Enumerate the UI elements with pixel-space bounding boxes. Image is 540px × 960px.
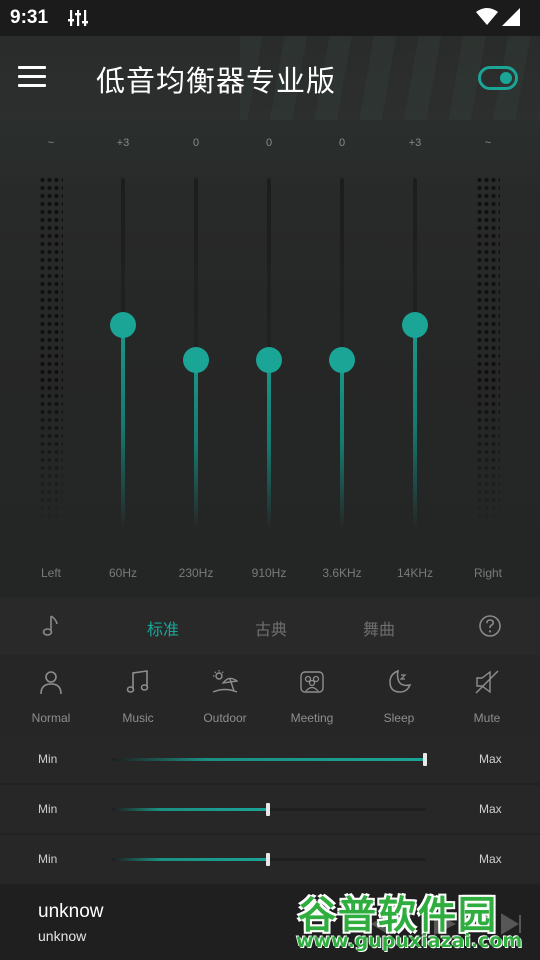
preset-bar: 标准 古典 舞曲 [0,597,540,655]
mode-normal[interactable]: Normal [6,655,96,735]
slider-min-label: Min [38,852,58,866]
band-knob-910hz[interactable] [256,347,282,373]
band-fill-910hz [267,360,271,528]
band-label-60hz: 60Hz [108,566,137,580]
band-value-230hz: 0 [192,137,200,149]
band-fill-14khz [413,325,417,528]
help-icon[interactable] [478,614,502,638]
left-speaker-grill [39,176,63,521]
band-knob-230hz[interactable] [183,347,209,373]
band-value-14khz: +3 [408,137,422,149]
menu-button[interactable] [18,66,46,90]
mode-label-normal: Normal [31,711,71,725]
slider-row-1: Min Max [0,735,540,783]
slider-thumb-1[interactable] [423,753,427,766]
watermark-logo: 谷普软件园 www.gupuxiazai.com [292,872,537,960]
slider-thumb-2[interactable] [266,803,270,816]
person-icon [40,671,62,695]
mode-row: Normal Music Outdoor Meeting Sleep Mute [0,655,540,735]
mode-mute[interactable]: Mute [442,655,532,735]
mode-outdoor[interactable]: Outdoor [180,655,270,735]
signal-icon [502,8,520,26]
slider-track-3[interactable] [112,853,426,866]
slider-track-2[interactable] [112,803,426,816]
preset-tab-standard[interactable]: 标准 [147,616,179,640]
band-label-3-6khz: 3.6KHz [322,566,362,580]
equalizer-status-icon [68,10,88,26]
band-knob-60hz[interactable] [110,312,136,338]
band-fill-60hz [121,325,125,528]
mode-meeting[interactable]: Meeting [267,655,357,735]
slider-max-label: Max [479,802,502,816]
moon-icon [389,669,412,693]
mode-label-meeting: Meeting [290,711,334,725]
mode-music[interactable]: Music [93,655,183,735]
left-channel-label: Left [40,566,61,580]
music-icon [126,670,149,693]
mode-label-outdoor: Outdoor [203,711,247,725]
slider-min-label: Min [38,752,58,766]
mode-label-music: Music [122,711,154,725]
band-value-60hz: +3 [116,137,130,149]
app-header: 低音均衡器专业版 [0,36,540,120]
band-value-3-6khz: 0 [338,137,346,149]
mute-icon [475,670,499,694]
band-value-910hz: 0 [265,137,273,149]
power-toggle[interactable] [478,66,518,90]
watermark-url: www.gupuxiazai.com [296,930,523,952]
band-knob-14khz[interactable] [402,312,428,338]
slider-row-2: Min Max [0,785,540,833]
slider-track-1[interactable] [112,753,427,766]
slider-fill-2 [112,808,269,811]
beach-icon [212,670,238,693]
equalizer-panel: ~ Left +3 60Hz 0 230Hz 0 910Hz 0 3.6KHz … [0,120,540,597]
track-title: unknow [38,901,104,922]
right-channel-value: ~ [484,137,492,149]
wifi-icon [476,8,498,25]
band-label-230hz: 230Hz [178,566,214,580]
slider-fill-1 [112,758,426,761]
band-fill-230hz [194,360,198,528]
slider-thumb-3[interactable] [266,853,270,866]
right-channel-label: Right [473,566,502,580]
status-time: 9:31 [10,7,49,28]
band-label-910hz: 910Hz [251,566,287,580]
band-fill-3-6khz [340,360,344,528]
slider-max-label: Max [479,752,502,766]
music-note-icon[interactable] [40,614,60,638]
mode-sleep[interactable]: Sleep [354,655,444,735]
track-artist: unknow [38,928,87,944]
band-knob-3-6khz[interactable] [329,347,355,373]
left-channel-value: ~ [47,137,55,149]
slider-max-label: Max [479,852,502,866]
status-bar: 9:31 [0,0,540,36]
app-title: 低音均衡器专业版 [96,64,337,98]
preset-tab-classical[interactable]: 古典 [255,616,287,640]
right-speaker-grill [476,176,500,521]
band-label-14khz: 14KHz [396,566,434,580]
mode-label-mute: Mute [473,711,501,725]
mode-label-sleep: Sleep [383,711,415,725]
slider-fill-3 [112,858,269,861]
preset-tab-dance[interactable]: 舞曲 [363,616,395,640]
meeting-icon [300,671,324,693]
slider-min-label: Min [38,802,58,816]
